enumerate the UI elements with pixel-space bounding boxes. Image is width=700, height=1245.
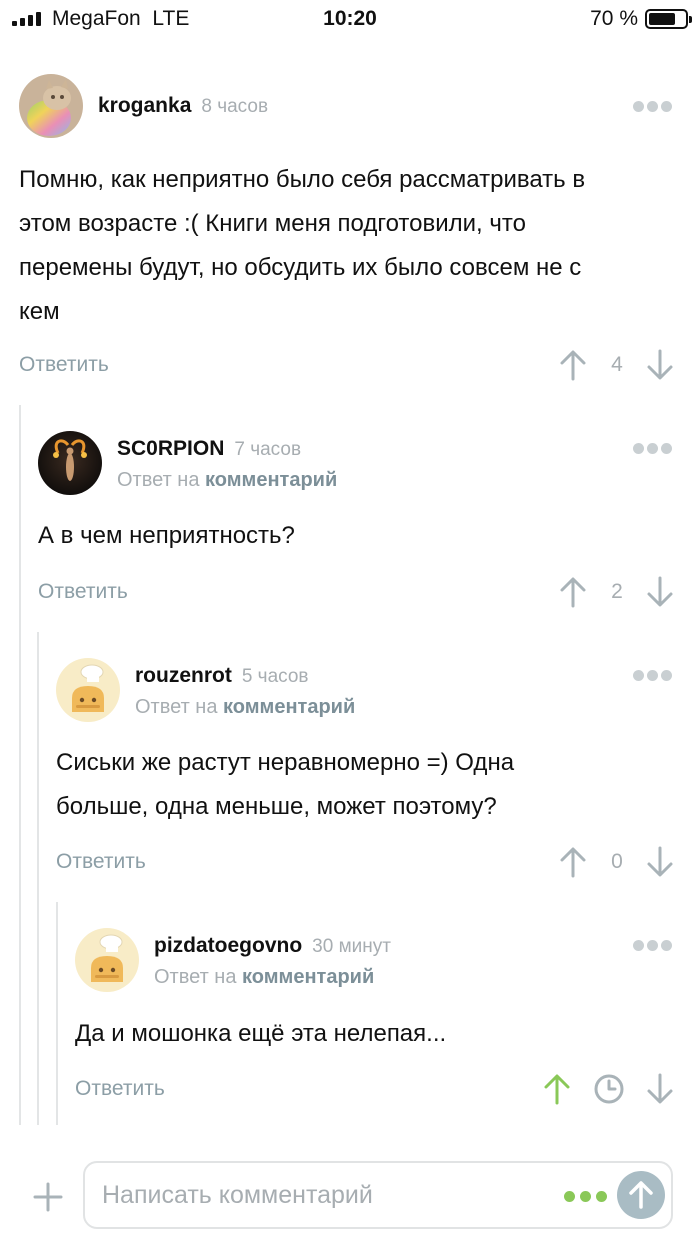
- reply-to-link[interactable]: комментарий: [242, 966, 374, 988]
- thread-guide-level-2: [37, 632, 39, 1125]
- rating-count: 4: [611, 353, 623, 376]
- downvote-arrow-icon[interactable]: [646, 846, 674, 878]
- reply-to-info: Ответ на комментарий: [154, 966, 375, 988]
- send-button[interactable]: [617, 1171, 665, 1219]
- comment-text: А в чем неприятность?: [38, 522, 295, 549]
- typing-dots-icon: [564, 1191, 608, 1203]
- user-avatar[interactable]: [19, 74, 83, 138]
- upvote-arrow-icon[interactable]: [559, 576, 587, 608]
- username[interactable]: pizdatoegovno 30 минут: [154, 934, 391, 958]
- username[interactable]: SC0RPION 7 часов: [117, 437, 301, 461]
- reply-to-link[interactable]: комментарий: [223, 696, 355, 718]
- more-options-icon[interactable]: [633, 940, 673, 952]
- downvote-arrow-icon[interactable]: [646, 576, 674, 608]
- more-options-icon[interactable]: [633, 443, 673, 455]
- user-avatar[interactable]: [56, 658, 120, 722]
- comment-text: Помню, как неприятно было себя рассматри…: [19, 166, 586, 325]
- clock-icon: [593, 1073, 625, 1105]
- upvote-arrow-icon[interactable]: [559, 349, 587, 381]
- reply-button[interactable]: Ответить: [38, 580, 128, 604]
- reply-button[interactable]: Ответить: [75, 1077, 165, 1101]
- rating-count: 2: [611, 580, 623, 603]
- upvote-arrow-icon[interactable]: [543, 1073, 571, 1105]
- downvote-arrow-icon[interactable]: [646, 1073, 674, 1105]
- reply-button[interactable]: Ответить: [19, 353, 109, 377]
- attach-plus-icon[interactable]: [32, 1181, 64, 1213]
- status-bar: MegaFon LTE 10:20 70 %: [0, 0, 700, 40]
- user-avatar[interactable]: [75, 928, 139, 992]
- battery-icon: [645, 9, 692, 29]
- send-arrow-icon: [629, 1181, 653, 1209]
- thread-guide-level-3: [56, 902, 58, 1125]
- more-options-icon[interactable]: [633, 670, 673, 682]
- comment-input[interactable]: Написать комментарий: [83, 1161, 673, 1229]
- user-avatar[interactable]: [38, 431, 102, 495]
- reply-to-link[interactable]: комментарий: [205, 469, 337, 491]
- downvote-arrow-icon[interactable]: [646, 349, 674, 381]
- more-options-icon[interactable]: [633, 101, 673, 113]
- comment-time: 5 часов: [241, 666, 309, 687]
- comment-text: Да и мошонка ещё эта нелепая...: [75, 1020, 447, 1047]
- comment-text: Сиськи же растут неравномерно =) Одна бол…: [56, 749, 515, 820]
- upvote-arrow-icon[interactable]: [559, 846, 587, 878]
- comment: kroganka 8 часов Помню, как неприятно был…: [19, 74, 679, 394]
- reply-to-info: Ответ на комментарий: [135, 696, 356, 718]
- rating-count: 0: [611, 850, 623, 873]
- comment-input-placeholder: Написать комментарий: [102, 1181, 373, 1209]
- comment-time: 7 часов: [234, 439, 302, 460]
- comment-time: 8 часов: [201, 96, 269, 117]
- comment-reply: rouzenrot 5 часов Ответ на комментарий Си…: [56, 658, 679, 883]
- reply-to-info: Ответ на комментарий: [117, 469, 338, 491]
- username[interactable]: rouzenrot 5 часов: [135, 664, 309, 688]
- thread-guide-level-1: [19, 405, 21, 1125]
- comment-time: 30 минут: [312, 936, 391, 957]
- comment-reply: SC0RPION 7 часов Ответ на комментарий А в…: [38, 431, 679, 616]
- username[interactable]: kroganka 8 часов: [98, 94, 268, 118]
- reply-button[interactable]: Ответить: [56, 850, 146, 874]
- comment-reply: pizdatoegovno 30 минут Ответ на комментар…: [75, 928, 679, 1113]
- battery-percent: 70 %: [590, 7, 638, 30]
